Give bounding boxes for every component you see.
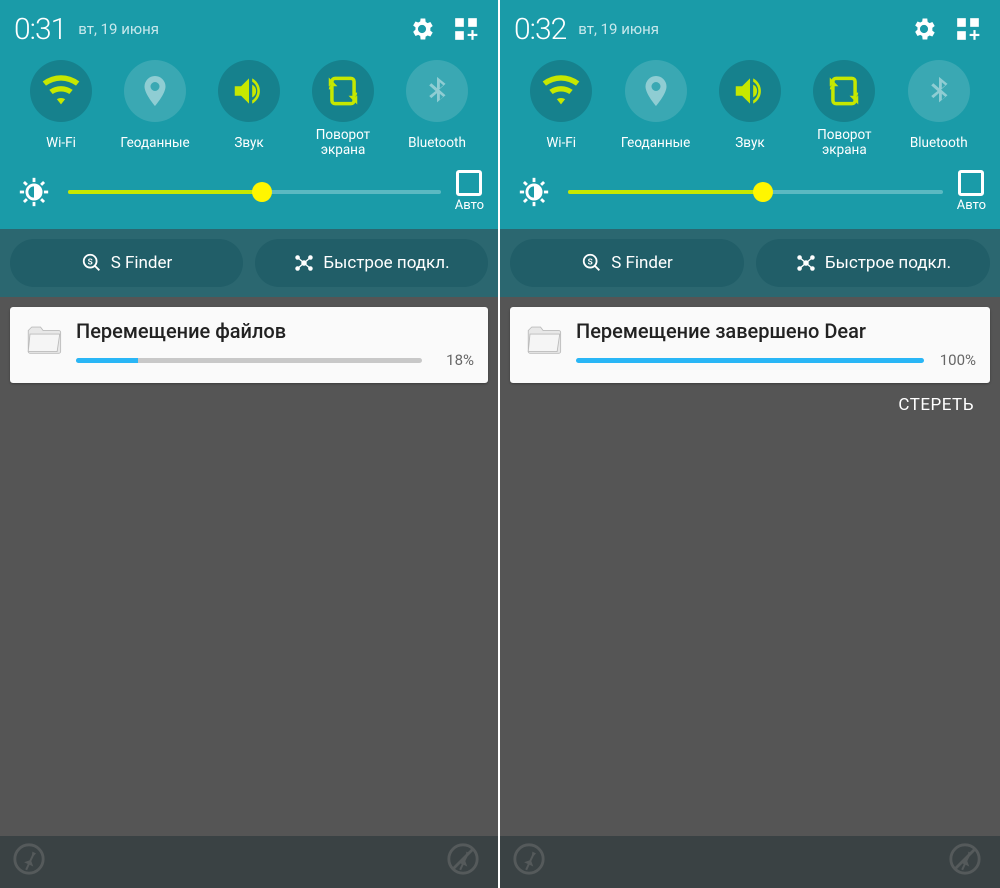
settings-button[interactable] (906, 11, 942, 47)
brightness-row: Авто (514, 170, 986, 229)
brightness-slider[interactable] (68, 190, 441, 194)
toggle-wifi[interactable]: Wi-Fi (20, 60, 102, 158)
toggle-rotate[interactable]: Поворот экрана (302, 60, 384, 158)
notification-header: 0:31 вт, 19 июня Wi-Fi Геоданные Звук По… (0, 0, 498, 229)
brightness-row: Авто (14, 170, 484, 229)
progress-percent: 100% (934, 351, 976, 369)
auto-brightness-toggle[interactable]: Авто (957, 170, 986, 213)
pill-connect[interactable]: Быстрое подкл. (756, 239, 990, 287)
pill-label: Быстрое подкл. (825, 253, 951, 273)
brightness-slider[interactable] (568, 190, 943, 194)
toggle-sound[interactable]: Звук (208, 60, 290, 158)
toggle-label: Геоданные (120, 128, 189, 158)
edit-toggles-button[interactable] (448, 11, 484, 47)
toggle-sound[interactable]: Звук (709, 60, 791, 158)
brightness-icon (514, 172, 554, 212)
notification-title: Перемещение завершено Dear (576, 319, 976, 343)
clock-date: вт, 19 июня (578, 20, 659, 38)
notification-area: Перемещение завершено Dear 100% СТЕРЕТЬ (500, 297, 1000, 415)
folder-icon (522, 319, 566, 363)
clock-date: вт, 19 июня (78, 20, 159, 38)
toggle-label: Bluetooth (408, 128, 466, 158)
notification-card[interactable]: Перемещение файлов 18% (10, 307, 488, 383)
checkbox-icon (456, 170, 482, 196)
pin-button[interactable] (512, 842, 552, 882)
auto-label: Авто (957, 198, 986, 213)
wifi-icon (30, 60, 92, 122)
screen-0: 0:31 вт, 19 июня Wi-Fi Геоданные Звук По… (0, 0, 500, 888)
screen-1: 0:32 вт, 19 июня Wi-Fi Геоданные Звук По… (500, 0, 1000, 888)
progress-bar (76, 358, 422, 363)
clock-time: 0:32 (514, 12, 566, 47)
toggle-label: Звук (234, 128, 263, 158)
status-bar: 0:31 вт, 19 июня (14, 8, 484, 50)
quick-toggles-row: Wi-Fi Геоданные Звук Поворот экрана Blue… (514, 60, 986, 158)
quick-toggles-row: Wi-Fi Геоданные Звук Поворот экрана Blue… (14, 60, 484, 158)
toggle-bluetooth[interactable]: Bluetooth (396, 60, 478, 158)
bluetooth-icon (908, 60, 970, 122)
toggle-wifi[interactable]: Wi-Fi (520, 60, 602, 158)
pill-label: Быстрое подкл. (323, 253, 449, 273)
toggle-label: Звук (735, 128, 764, 158)
checkbox-icon (958, 170, 984, 196)
toggle-location[interactable]: Геоданные (114, 60, 196, 158)
rotate-icon (813, 60, 875, 122)
notification-area: Перемещение файлов 18% (0, 297, 498, 383)
svg-text:S: S (588, 257, 593, 267)
folder-icon (22, 319, 66, 363)
settings-button[interactable] (404, 11, 440, 47)
wifi-icon (530, 60, 592, 122)
edit-toggles-button[interactable] (950, 11, 986, 47)
toggle-label: Поворот экрана (803, 128, 885, 158)
bluetooth-icon (406, 60, 468, 122)
toggle-rotate[interactable]: Поворот экрана (803, 60, 885, 158)
clear-notifications-button[interactable]: СТЕРЕТЬ (510, 383, 990, 415)
unpin-button[interactable] (948, 842, 988, 882)
shortcut-pills-row: S S Finder Быстрое подкл. (500, 229, 1000, 297)
toggle-label: Поворот экрана (302, 128, 384, 158)
sfinder-icon: S (581, 252, 603, 274)
pill-connect[interactable]: Быстрое подкл. (255, 239, 488, 287)
toggle-label: Wi-Fi (46, 128, 76, 158)
pill-label: S Finder (111, 253, 173, 273)
progress-percent: 18% (432, 351, 474, 369)
progress-bar (576, 358, 924, 363)
sound-icon (719, 60, 781, 122)
pill-sfinder[interactable]: S S Finder (510, 239, 744, 287)
notification-card[interactable]: Перемещение завершено Dear 100% (510, 307, 990, 383)
clock-time: 0:31 (14, 12, 66, 47)
sfinder-icon: S (81, 252, 103, 274)
pill-label: S Finder (611, 253, 673, 273)
toggle-label: Wi-Fi (546, 128, 576, 158)
connect-icon (795, 252, 817, 274)
notification-header: 0:32 вт, 19 июня Wi-Fi Геоданные Звук По… (500, 0, 1000, 229)
unpin-button[interactable] (446, 842, 486, 882)
shortcut-pills-row: S S Finder Быстрое подкл. (0, 229, 498, 297)
toggle-label: Bluetooth (910, 128, 968, 158)
auto-brightness-toggle[interactable]: Авто (455, 170, 484, 213)
footer-bar (0, 836, 498, 888)
svg-text:S: S (87, 257, 92, 267)
toggle-bluetooth[interactable]: Bluetooth (898, 60, 980, 158)
rotate-icon (312, 60, 374, 122)
brightness-icon (14, 172, 54, 212)
notification-title: Перемещение файлов (76, 319, 474, 343)
pin-button[interactable] (12, 842, 52, 882)
connect-icon (293, 252, 315, 274)
auto-label: Авто (455, 198, 484, 213)
location-icon (124, 60, 186, 122)
toggle-label: Геоданные (621, 128, 690, 158)
sound-icon (218, 60, 280, 122)
status-bar: 0:32 вт, 19 июня (514, 8, 986, 50)
pill-sfinder[interactable]: S S Finder (10, 239, 243, 287)
location-icon (625, 60, 687, 122)
footer-bar (500, 836, 1000, 888)
toggle-location[interactable]: Геоданные (615, 60, 697, 158)
